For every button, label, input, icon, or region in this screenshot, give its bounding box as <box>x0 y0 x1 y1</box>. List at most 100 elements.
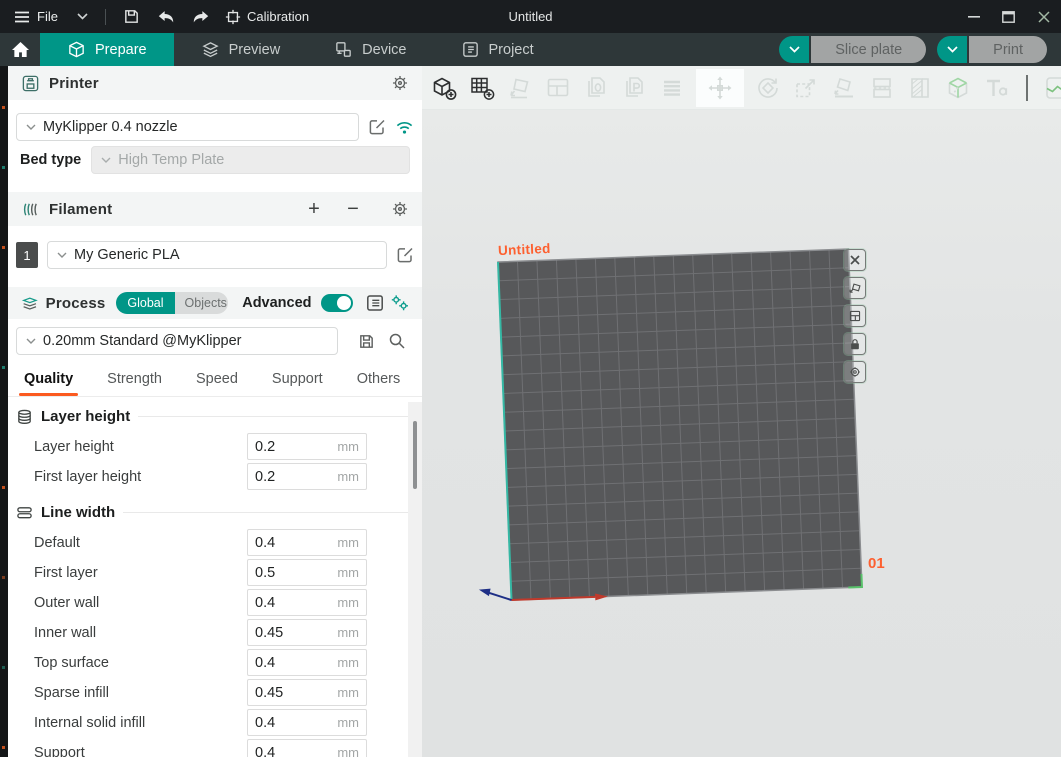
save-button[interactable] <box>123 8 140 25</box>
close-icon <box>1038 11 1050 23</box>
setting-unit: mm <box>337 565 359 580</box>
params-gears-icon <box>391 294 409 312</box>
edit-filament-button[interactable] <box>396 246 414 264</box>
home-button[interactable] <box>0 33 40 66</box>
tab-strength[interactable]: Strength <box>107 367 162 396</box>
setting-label: Outer wall <box>34 595 99 611</box>
hamburger-icon <box>14 11 30 23</box>
setting-unit: mm <box>337 535 359 550</box>
plate-settings-button[interactable] <box>844 361 866 383</box>
process-preset-select[interactable]: 0.20mm Standard @MyKlipper <box>16 327 338 355</box>
setting-row: Default 0.4 mm <box>8 529 422 556</box>
delete-plate-button[interactable] <box>844 249 866 271</box>
search-settings-button[interactable] <box>388 332 406 350</box>
setting-label: Support <box>34 745 85 757</box>
filament-section-title: Filament <box>49 201 112 218</box>
tab-others[interactable]: Others <box>357 367 401 396</box>
setting-value: 0.2 <box>255 439 275 455</box>
advanced-toggle[interactable] <box>321 294 353 312</box>
tab-preview[interactable]: Preview <box>174 33 308 66</box>
filament-settings-button[interactable] <box>391 200 409 218</box>
calibration-button[interactable]: Calibration <box>225 9 309 25</box>
setting-input[interactable]: 0.4 mm <box>247 529 367 556</box>
tab-support[interactable]: Support <box>272 367 323 396</box>
print-button[interactable]: Print <box>969 36 1047 63</box>
filament-preset-value: My Generic PLA <box>74 247 180 263</box>
setting-input[interactable]: 0.2 mm <box>247 463 367 490</box>
redo-button[interactable] <box>192 10 210 24</box>
close-button[interactable] <box>1026 0 1061 33</box>
search-icon <box>388 332 406 350</box>
settings-scrollbar-thumb[interactable] <box>413 421 417 489</box>
setting-label: Internal solid infill <box>34 715 145 731</box>
tab-project[interactable]: Project <box>434 33 561 66</box>
setting-input[interactable]: 0.4 mm <box>247 589 367 616</box>
gear-icon <box>848 365 862 379</box>
setting-input[interactable]: 0.45 mm <box>247 679 367 706</box>
chevron-down-icon <box>789 46 800 53</box>
lock-plate-button[interactable] <box>844 333 866 355</box>
setting-input[interactable]: 0.45 mm <box>247 619 367 646</box>
tab-label: Prepare <box>95 42 147 58</box>
prepare-cube-icon <box>67 40 86 59</box>
slice-options-button[interactable] <box>779 36 809 63</box>
setting-input[interactable]: 0.2 mm <box>247 433 367 460</box>
chevron-down-icon <box>26 124 36 130</box>
setting-row: Support 0.4 mm <box>8 739 422 757</box>
tab-device[interactable]: Device <box>307 33 433 66</box>
setting-row: First layer height 0.2 mm <box>8 463 422 490</box>
setting-input[interactable]: 0.5 mm <box>247 559 367 586</box>
slice-plate-button[interactable]: Slice plate <box>811 36 926 63</box>
setting-input[interactable]: 0.4 mm <box>247 709 367 736</box>
chevron-down-icon <box>947 46 958 53</box>
z-axis <box>488 592 512 601</box>
printer-connection-button[interactable] <box>395 120 414 135</box>
slice-split-button: Slice plate <box>779 36 926 63</box>
bed-type-label: Bed type <box>16 152 81 168</box>
minimize-button[interactable] <box>956 0 991 33</box>
settings-scrollbar-track[interactable] <box>408 402 422 757</box>
edit-printer-button[interactable] <box>368 118 386 136</box>
filament-preset-select[interactable]: My Generic PLA <box>47 241 387 269</box>
chevron-down-icon <box>101 157 111 163</box>
preset-list-button[interactable] <box>366 294 384 312</box>
tab-label: Preview <box>229 42 281 58</box>
titlebar: File Calibration Untitled <box>0 0 1061 33</box>
file-menu[interactable]: File <box>14 9 88 24</box>
undo-icon <box>157 10 175 24</box>
arrange-plate-button[interactable] <box>844 305 866 327</box>
orca-slicer-window: File Calibration Untitled <box>0 0 1061 757</box>
setting-row: Top surface 0.4 mm <box>8 649 422 676</box>
viewport-3d[interactable]: Untitled 01 <box>422 66 1061 757</box>
setting-label: First layer height <box>34 469 141 485</box>
scope-objects-button[interactable]: Objects <box>175 292 229 314</box>
setting-input[interactable]: 0.4 mm <box>247 649 367 676</box>
scope-global-button[interactable]: Global <box>116 292 174 314</box>
build-plate-scene[interactable] <box>422 66 1061 757</box>
z-axis-arrowhead <box>479 589 491 597</box>
printer-preset-select[interactable]: MyKlipper 0.4 nozzle <box>16 113 359 141</box>
printer-settings-button[interactable] <box>391 74 409 92</box>
print-options-button[interactable] <box>937 36 967 63</box>
tab-quality[interactable]: Quality <box>24 367 73 396</box>
compare-presets-button[interactable] <box>391 294 409 312</box>
setting-value: 0.45 <box>255 625 283 641</box>
setting-row: Inner wall 0.45 mm <box>8 619 422 646</box>
printer-preset-value: MyKlipper 0.4 nozzle <box>43 119 178 135</box>
add-filament-button[interactable]: + <box>303 199 325 219</box>
calibration-icon <box>225 9 241 25</box>
line-width-icon <box>16 504 33 521</box>
bed-type-select[interactable]: High Temp Plate <box>91 146 410 174</box>
file-menu-label: File <box>37 9 58 24</box>
save-preset-button[interactable] <box>358 332 375 350</box>
setting-input[interactable]: 0.4 mm <box>247 739 367 757</box>
remove-filament-button[interactable]: − <box>342 199 364 219</box>
chevron-down-icon <box>26 338 36 344</box>
tab-speed[interactable]: Speed <box>196 367 238 396</box>
maximize-button[interactable] <box>991 0 1026 33</box>
tab-prepare[interactable]: Prepare <box>40 33 174 66</box>
setting-label: Default <box>34 535 80 551</box>
undo-button[interactable] <box>157 10 175 24</box>
orient-plate-button[interactable] <box>844 277 866 299</box>
setting-value: 0.4 <box>255 745 275 757</box>
